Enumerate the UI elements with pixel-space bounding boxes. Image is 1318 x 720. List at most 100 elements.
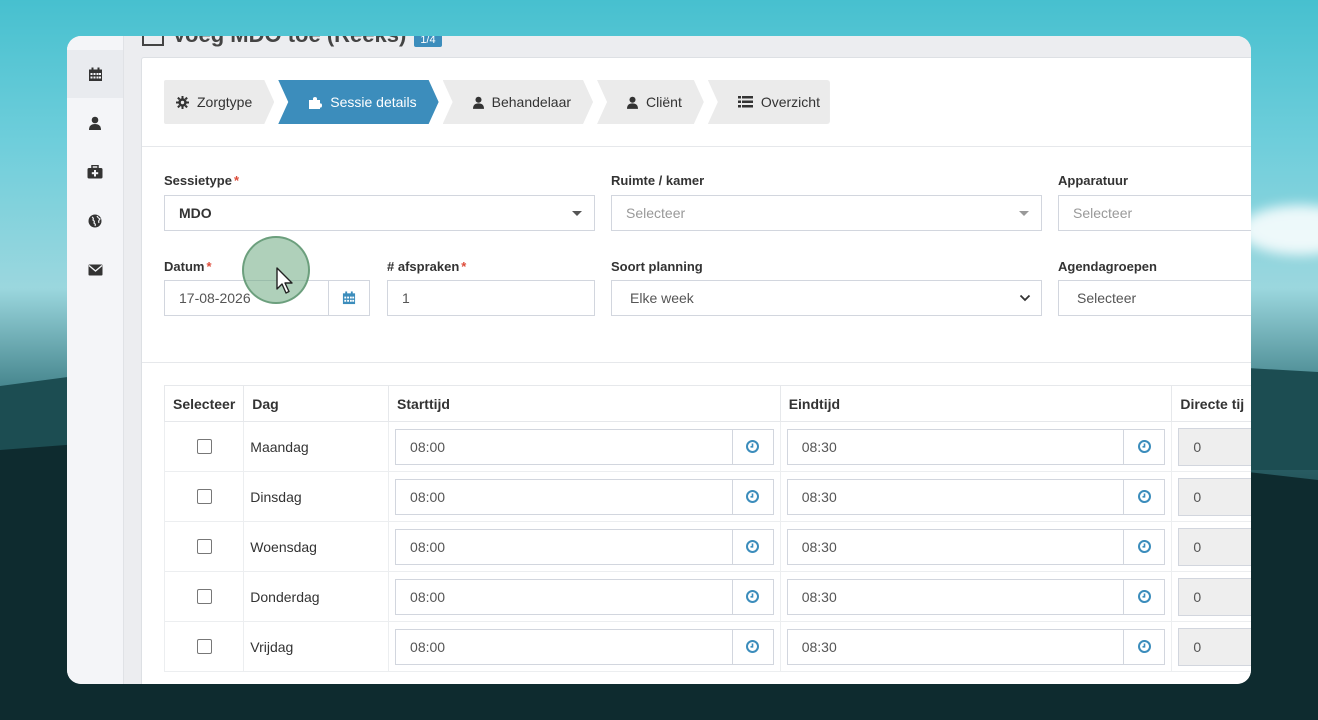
end-cell: 08:30 xyxy=(779,571,1173,622)
day-cell: Donderdag xyxy=(243,571,390,622)
wizard-step-label: Behandelaar xyxy=(491,94,572,110)
envelope-icon xyxy=(88,264,102,276)
column-header-day: Dag xyxy=(243,385,390,422)
start-time-input[interactable]: 08:00 xyxy=(395,528,774,565)
user-icon xyxy=(89,116,101,130)
start-time-value: 08:00 xyxy=(395,428,733,465)
start-time-picker-button[interactable] xyxy=(732,428,774,465)
planning-value: Elke week xyxy=(630,290,694,306)
clock-icon xyxy=(1137,640,1151,653)
end-time-picker-button[interactable] xyxy=(1124,428,1166,465)
table-row: Dinsdag 08:00 08:30 0 xyxy=(163,471,1251,522)
sidebar-item-messages[interactable] xyxy=(67,246,123,294)
day-cell: Dinsdag xyxy=(243,471,390,522)
sidebar-item-calendar[interactable] xyxy=(67,50,123,98)
end-time-picker-button[interactable] xyxy=(1124,528,1166,565)
background-cloud xyxy=(1240,205,1318,255)
end-time-picker-button[interactable] xyxy=(1124,578,1166,615)
day-cell: Woensdag xyxy=(243,521,390,572)
wizard-step-zorgtype[interactable]: Zorgtype xyxy=(164,80,274,124)
divider xyxy=(142,362,1251,363)
start-time-picker-button[interactable] xyxy=(732,578,774,615)
direct-time-input[interactable]: 0 xyxy=(1178,577,1251,616)
start-time-input[interactable]: 08:00 xyxy=(395,428,774,465)
table-row: Vrijdag 08:00 08:30 0 xyxy=(163,621,1251,672)
globe-icon xyxy=(88,214,102,228)
direct-time-input[interactable]: 0 xyxy=(1178,477,1251,516)
clock-icon xyxy=(746,540,760,553)
end-time-picker-button[interactable] xyxy=(1124,478,1166,515)
start-time-picker-button[interactable] xyxy=(732,628,774,665)
page-title: Voeg MDO toe (Reeks) xyxy=(172,36,406,48)
wizard-step-sessie-details[interactable]: Sessie details xyxy=(278,80,438,124)
day-checkbox[interactable] xyxy=(196,489,212,504)
end-time-input[interactable]: 08:30 xyxy=(786,528,1166,565)
calendar-icon xyxy=(342,291,356,305)
start-time-picker-button[interactable] xyxy=(732,528,774,565)
wizard-steps: Zorgtype Sessie details Behandelaar Clië… xyxy=(164,80,834,124)
end-cell: 08:30 xyxy=(779,521,1173,572)
agendagroepen-select[interactable]: Selecteer xyxy=(1058,280,1251,316)
start-cell: 08:00 xyxy=(388,471,781,522)
end-time-input[interactable]: 08:30 xyxy=(786,578,1166,615)
calendar-icon xyxy=(88,67,102,81)
session-form-panel: Zorgtype Sessie details Behandelaar Clië… xyxy=(141,57,1251,684)
column-header-start: Starttijd xyxy=(388,385,781,422)
wizard-step-overzicht[interactable]: Overzicht xyxy=(707,80,830,124)
apparatuur-placeholder: Selecteer xyxy=(1073,205,1133,221)
sessietype-value: MDO xyxy=(179,205,212,221)
table-row: Woensdag 08:00 08:30 0 xyxy=(163,521,1251,572)
end-time-input[interactable]: 08:30 xyxy=(786,628,1166,665)
wizard-step-behandelaar[interactable]: Behandelaar xyxy=(443,80,593,124)
day-checkbox[interactable] xyxy=(196,439,212,454)
end-time-input[interactable]: 08:30 xyxy=(786,428,1166,465)
wizard-step-label: Sessie details xyxy=(330,94,417,110)
agendagroepen-placeholder: Selecteer xyxy=(1077,290,1137,306)
start-time-input[interactable]: 08:00 xyxy=(395,578,774,615)
list-icon xyxy=(737,96,753,108)
column-header-select: Selecteer xyxy=(163,385,245,422)
step-badge: 1/4 xyxy=(414,36,442,47)
day-checkbox[interactable] xyxy=(196,589,212,604)
select-cell xyxy=(163,421,245,472)
ruimte-select[interactable]: Selecteer xyxy=(611,195,1042,231)
sidebar-item-user[interactable] xyxy=(67,99,123,147)
wizard-step-label: Cliënt xyxy=(646,94,682,110)
end-time-input[interactable]: 08:30 xyxy=(786,478,1166,515)
clock-icon xyxy=(746,590,760,603)
planning-select[interactable]: Elke week xyxy=(611,280,1042,316)
direct-cell: 0 xyxy=(1171,621,1251,672)
apparatuur-label: Apparatuur xyxy=(1058,173,1129,188)
end-time-value: 08:30 xyxy=(786,628,1125,665)
direct-time-input[interactable]: 0 xyxy=(1178,527,1251,566)
direct-time-input[interactable]: 0 xyxy=(1178,427,1251,466)
sessietype-select[interactable]: MDO xyxy=(164,195,595,231)
afspraken-input[interactable]: 1 xyxy=(387,280,595,316)
direct-time-input[interactable]: 0 xyxy=(1178,627,1251,666)
dropdown-caret-icon xyxy=(1019,211,1029,216)
day-cell: Maandag xyxy=(243,421,390,472)
start-time-input[interactable]: 08:00 xyxy=(395,478,774,515)
direct-cell: 0 xyxy=(1171,471,1251,522)
clock-icon xyxy=(1137,590,1151,603)
start-time-value: 08:00 xyxy=(395,578,733,615)
sidebar-item-globe[interactable] xyxy=(67,197,123,245)
afspraken-label: # afspraken * xyxy=(387,259,467,274)
start-time-input[interactable]: 08:00 xyxy=(395,628,774,665)
dropdown-caret-icon xyxy=(572,211,582,216)
wizard-step-client[interactable]: Cliënt xyxy=(597,80,704,124)
apparatuur-select[interactable]: Selecteer xyxy=(1058,195,1251,231)
wizard-step-label: Zorgtype xyxy=(197,94,253,110)
column-header-end: Eindtijd xyxy=(779,385,1173,422)
datepicker-button[interactable] xyxy=(328,280,370,316)
day-checkbox[interactable] xyxy=(196,639,212,654)
start-time-picker-button[interactable] xyxy=(732,478,774,515)
direct-cell: 0 xyxy=(1171,521,1251,572)
sidebar-item-medkit[interactable] xyxy=(67,148,123,196)
end-time-picker-button[interactable] xyxy=(1124,628,1166,665)
clock-icon xyxy=(1137,540,1151,553)
table-row: Maandag 08:00 08:30 0 xyxy=(163,421,1251,472)
day-checkbox[interactable] xyxy=(196,539,212,554)
table-header-row: Selecteer Dag Starttijd Eindtijd Directe… xyxy=(163,385,1251,422)
start-cell: 08:00 xyxy=(388,571,781,622)
